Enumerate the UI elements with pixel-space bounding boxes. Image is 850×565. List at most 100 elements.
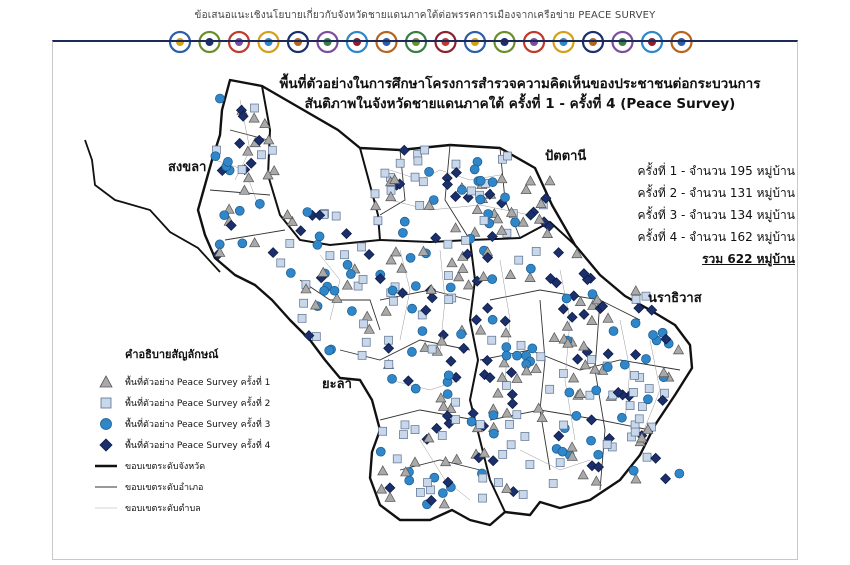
stat-round-2: ครั้งที่ 2 - จำนวน 131 หมู่บ้าน — [637, 186, 795, 200]
map-title-line2: สันติภาพในจังหวัดชายแดนภาคใต้ ครั้งที่ 1… — [304, 96, 736, 112]
survey-point-circle — [526, 263, 536, 274]
survey-point-circle — [442, 389, 453, 399]
survey-point-circle — [387, 373, 397, 384]
stat-round-3: ครั้งที่ 3 - จำนวน 134 หมู่บ้าน — [637, 208, 795, 222]
survey-point-square — [443, 239, 453, 249]
survey-point-square — [423, 478, 432, 487]
survey-point-square — [331, 211, 341, 221]
survey-point-circle — [285, 268, 296, 278]
survey-point-circle — [456, 329, 466, 340]
survey-point-circle — [527, 343, 538, 354]
survey-point-square — [525, 460, 535, 469]
survey-point-circle — [404, 475, 415, 486]
survey-point-circle — [342, 259, 353, 270]
survey-point-square — [548, 479, 558, 488]
survey-point-circle — [674, 468, 685, 479]
survey-point-square — [514, 255, 524, 265]
survey-point-square — [545, 384, 555, 394]
survey-point-square — [257, 150, 266, 160]
survey-point-circle — [501, 342, 512, 352]
legend-label: พื้นที่ตัวอย่าง Peace Survey ครั้งที่ 1 — [125, 377, 271, 388]
survey-point-square — [250, 103, 259, 113]
survey-point-circle — [445, 282, 456, 293]
circle-icon — [100, 417, 112, 430]
survey-point-square — [518, 490, 528, 499]
survey-point-circle — [405, 252, 416, 263]
map-legend: คำอธิบายสัญลักษณ์ พื้นที่ตัวอย่าง Peace … — [95, 345, 305, 518]
survey-point-square — [637, 402, 647, 411]
map-title: พื้นที่ตัวอย่างในการศึกษาโครงการสำรวจควา… — [270, 74, 770, 114]
legend-item-round-1: พื้นที่ตัวอย่าง Peace Survey ครั้งที่ 1 — [95, 371, 305, 392]
survey-point-circle — [630, 318, 641, 329]
survey-point-circle — [641, 354, 651, 364]
stat-total: รวม 622 หมู่บ้าน — [702, 252, 795, 266]
survey-point-square — [479, 216, 489, 225]
survey-point-circle — [488, 410, 499, 421]
province-label-narathiwat: นราธิวาส — [648, 291, 702, 306]
survey-point-circle — [314, 231, 325, 242]
survey-point-circle — [586, 435, 596, 446]
survey-point-square — [325, 251, 335, 261]
survey-point-square — [297, 313, 307, 323]
survey-point-square — [373, 216, 383, 226]
survey-point-circle — [210, 151, 221, 162]
survey-point-circle — [564, 387, 575, 398]
survey-point-circle — [398, 227, 408, 238]
survey-point-square — [629, 388, 638, 397]
survey-point-square — [516, 340, 526, 350]
survey-point-circle — [410, 383, 421, 394]
survey-point-circle — [443, 370, 454, 381]
survey-point-square — [559, 369, 568, 378]
survey-point-circle — [219, 210, 230, 221]
survey-point-square — [498, 449, 508, 459]
survey-point-square — [506, 440, 516, 450]
survey-point-square — [444, 295, 454, 305]
survey-point-square — [389, 296, 398, 306]
survey-point-square — [285, 239, 295, 248]
survey-point-square — [475, 420, 485, 429]
survey-point-square — [444, 271, 453, 280]
survey-point-square — [413, 156, 423, 166]
survey-point-diamond — [660, 473, 672, 485]
survey-point-square — [502, 381, 511, 390]
survey-point-square — [520, 432, 530, 441]
survey-point-circle — [475, 175, 486, 186]
survey-point-square — [451, 415, 460, 424]
survey-point-triangle — [544, 175, 556, 186]
stat-round-4: ครั้งที่ 4 - จำนวน 162 หมู่บ้าน — [637, 230, 795, 244]
survey-point-square — [602, 440, 612, 449]
survey-point-circle — [387, 285, 398, 296]
survey-point-square — [378, 426, 387, 436]
survey-point-square — [299, 298, 308, 308]
survey-point-square — [237, 165, 247, 175]
survey-point-square — [536, 352, 546, 362]
survey-point-square — [630, 371, 639, 380]
survey-point-square — [644, 384, 654, 393]
survey-point-square — [392, 454, 402, 464]
survey-point-circle — [410, 281, 421, 291]
legend-item-round-4: พื้นที่ตัวอย่าง Peace Survey ครั้งที่ 4 — [95, 434, 305, 455]
survey-point-square — [559, 420, 568, 430]
survey-point-circle — [628, 465, 639, 476]
survey-point-square — [410, 172, 420, 182]
survey-point-circle — [417, 326, 428, 336]
survey-point-circle — [407, 303, 417, 314]
survey-point-square — [380, 168, 390, 178]
survey-point-square — [461, 235, 470, 245]
legend-label: พื้นที่ตัวอย่าง Peace Survey ครั้งที่ 4 — [125, 440, 271, 451]
hair-line-icon — [95, 507, 117, 508]
survey-point-square — [358, 275, 368, 284]
survey-point-circle — [487, 177, 498, 188]
survey-point-circle — [593, 449, 604, 460]
map-title-line1: พื้นที่ตัวอย่างในการศึกษาโครงการสำรวจควา… — [279, 76, 761, 92]
survey-point-circle — [557, 446, 568, 457]
province-label-pattani: ปัตตานี — [545, 149, 587, 164]
survey-point-square — [399, 430, 408, 439]
survey-point-circle — [215, 93, 225, 104]
thin-line-icon — [95, 486, 117, 487]
survey-point-square — [642, 452, 652, 462]
survey-point-square — [634, 414, 644, 424]
survey-point-square — [267, 145, 277, 155]
legend-label: ขอบเขตระดับจังหวัด — [125, 461, 206, 472]
survey-point-square — [625, 401, 635, 411]
